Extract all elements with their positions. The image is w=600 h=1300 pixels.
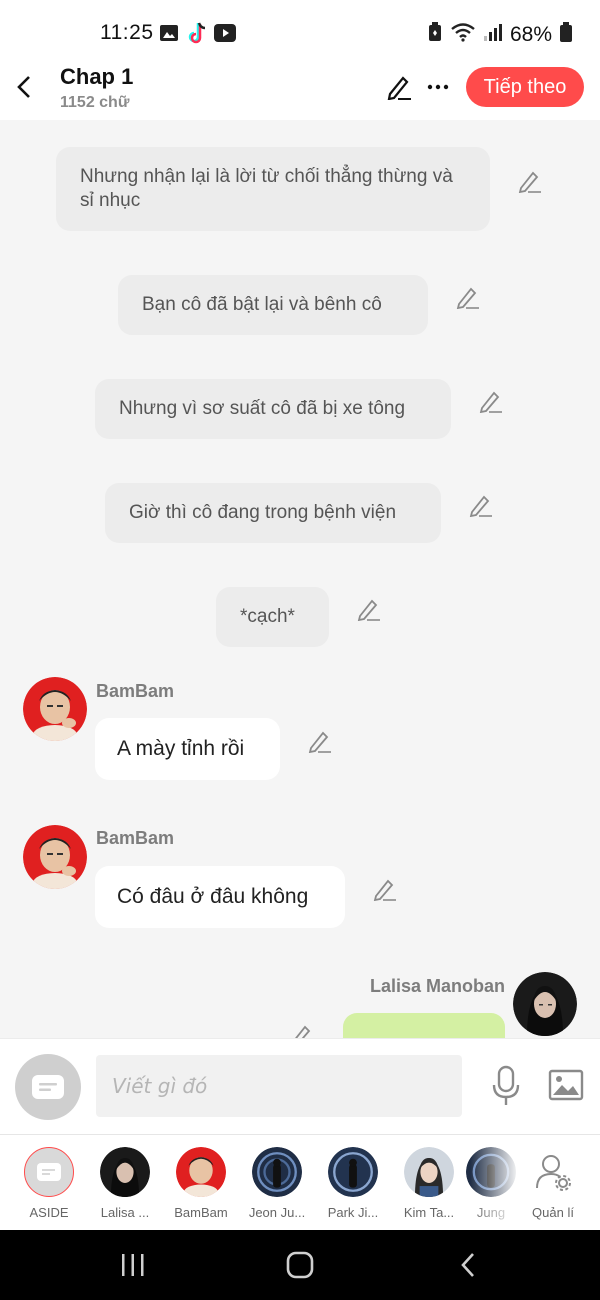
edit-chapter-button[interactable] [386,74,412,101]
back-button[interactable] [10,70,38,104]
character-name: Jeon Ju... [248,1205,306,1220]
pencil-icon [479,391,502,414]
recent-apps-button[interactable] [113,1248,153,1282]
message-bubble[interactable] [343,1013,505,1038]
home-button[interactable] [280,1248,320,1282]
character-bar: ASIDE Lalisa ... BamBam Jeon Ju... Park [0,1134,600,1231]
pencil-icon [456,287,479,310]
avatar[interactable] [23,677,87,741]
message-bubble[interactable]: A mày tỉnh rồi [95,718,280,780]
narration-text: Nhưng nhận lại là lời từ chối thẳng thừn… [80,166,453,211]
chevron-left-icon [17,76,30,98]
avatar [100,1147,150,1197]
character-name: ASIDE [29,1205,69,1220]
avatar [328,1147,378,1197]
status-bar: 11:25 68% [0,0,600,62]
message-text: A mày tỉnh rồi [117,737,245,760]
character-item[interactable]: Jeon Ju... [239,1145,315,1225]
status-notification-icons [158,22,236,44]
pencil-icon [295,1025,311,1038]
gallery-icon [158,22,180,44]
narration-text: Bạn cô đã bật lại và bênh cô [142,294,382,315]
back-icon [461,1253,474,1277]
character-item[interactable]: BamBam [163,1145,239,1225]
battery-saver-icon [428,22,442,48]
avatar[interactable] [513,972,577,1036]
battery-icon [560,22,572,48]
sender-name: BamBam [96,828,175,848]
sender-name: BamBam [96,681,175,701]
character-aside[interactable]: ASIDE [11,1145,87,1225]
home-icon [286,1251,314,1279]
narration-bubble[interactable]: Nhưng vì sơ suất cô đã bị xe tông [95,379,451,439]
avatar[interactable] [23,825,87,889]
avatar [176,1147,226,1197]
aside-toggle-button[interactable] [15,1054,81,1120]
narration-bubble[interactable]: Giờ thì cô đang trong bệnh viện [105,483,441,543]
pencil-icon [518,171,541,194]
narration-text: Nhưng vì sơ suất cô đã bị xe tông [119,398,406,419]
image-icon [548,1069,584,1101]
system-nav-bar [0,1230,600,1300]
pencil-icon [357,599,380,622]
edit-narration-button[interactable] [357,597,381,622]
narration-bubble[interactable]: Nhưng nhận lại là lời từ chối thẳng thừn… [56,147,490,231]
edit-narration-button[interactable] [518,169,542,194]
edit-narration-button[interactable] [479,389,503,414]
next-button[interactable]: Tiếp theo [466,67,584,107]
character-name: Lalisa ... [100,1205,150,1220]
character-name: Quản lí [532,1205,574,1220]
tiktok-icon [186,22,208,44]
status-time: 11:25 [100,21,154,44]
avatar [252,1147,302,1197]
youtube-icon [214,22,236,44]
edit-message-button[interactable] [308,729,332,754]
edit-message-button[interactable] [290,1023,314,1038]
pencil-icon [387,76,411,101]
narration-text: *cạch* [240,606,295,627]
image-button[interactable] [548,1069,584,1101]
status-right: 68% [428,22,572,48]
wifi-icon [450,22,476,48]
character-item[interactable]: Park Ji... [315,1145,391,1225]
more-options-button[interactable] [425,74,451,100]
narration-bubble[interactable]: *cạch* [216,587,329,647]
recent-apps-icon [122,1254,144,1276]
message-text: Có đâu ở đâu không [117,885,309,908]
character-name: BamBam [174,1205,228,1220]
edit-narration-button[interactable] [456,285,480,310]
sender-name: Lalisa Manoban [370,976,506,996]
edit-narration-button[interactable] [469,493,493,518]
more-horizontal-icon [427,84,449,90]
composer [0,1038,600,1134]
aside-icon [24,1147,74,1197]
edit-message-button[interactable] [373,877,397,902]
pencil-icon [469,495,492,518]
message-input[interactable] [96,1055,462,1117]
top-bar: Chap 1 1152 chữ Tiếp theo [0,62,600,120]
microphone-button[interactable] [490,1065,522,1107]
avatar [404,1147,454,1197]
battery-percent: 68% [509,23,552,46]
pencil-icon [373,879,396,902]
microphone-icon [492,1065,520,1105]
chat-area[interactable]: Nhưng nhận lại là lời từ chối thẳng thừn… [0,120,600,1038]
user-settings-icon [528,1147,578,1197]
character-item[interactable]: Lalisa ... [87,1145,163,1225]
narration-text: Giờ thì cô đang trong bệnh viện [129,502,397,523]
word-count: 1152 chữ [60,94,130,111]
system-back-button[interactable] [448,1248,488,1282]
narration-bubble[interactable]: Bạn cô đã bật lại và bênh cô [118,275,428,335]
character-name: Park Ji... [327,1205,379,1220]
pencil-icon [308,731,331,754]
message-icon [32,1075,64,1099]
message-bubble[interactable]: Có đâu ở đâu không [95,866,345,928]
signal-icon [483,23,502,47]
manage-characters-button[interactable]: Quản lí [515,1145,591,1225]
chapter-title: Chap 1 [60,64,134,89]
scroll-fade [470,1135,520,1231]
